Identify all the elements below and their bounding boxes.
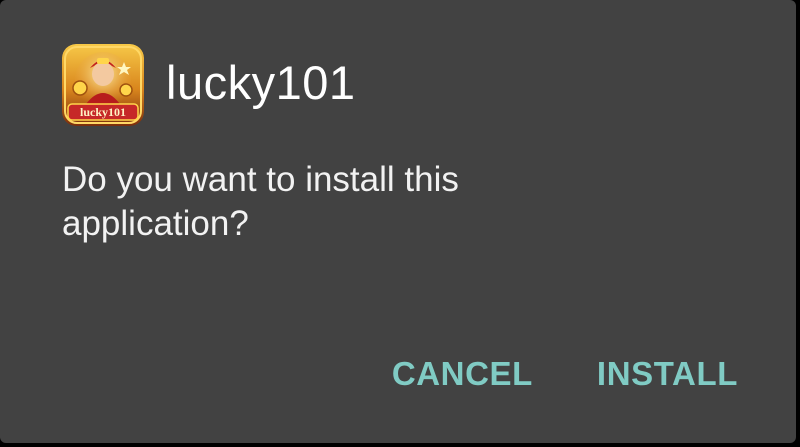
dialog-actions: CANCEL INSTALL	[392, 354, 738, 394]
app-name: lucky101	[166, 55, 356, 109]
install-button[interactable]: INSTALL	[597, 354, 738, 394]
cancel-button[interactable]: CANCEL	[392, 354, 533, 394]
app-icon-label: lucky101	[80, 105, 126, 119]
app-icon: lucky101	[62, 44, 144, 126]
install-prompt-message: Do you want to install this application?	[62, 160, 459, 243]
install-dialog: lucky101 lucky101 Do you want to install…	[0, 0, 796, 443]
dialog-header: lucky101 lucky101	[62, 42, 356, 128]
